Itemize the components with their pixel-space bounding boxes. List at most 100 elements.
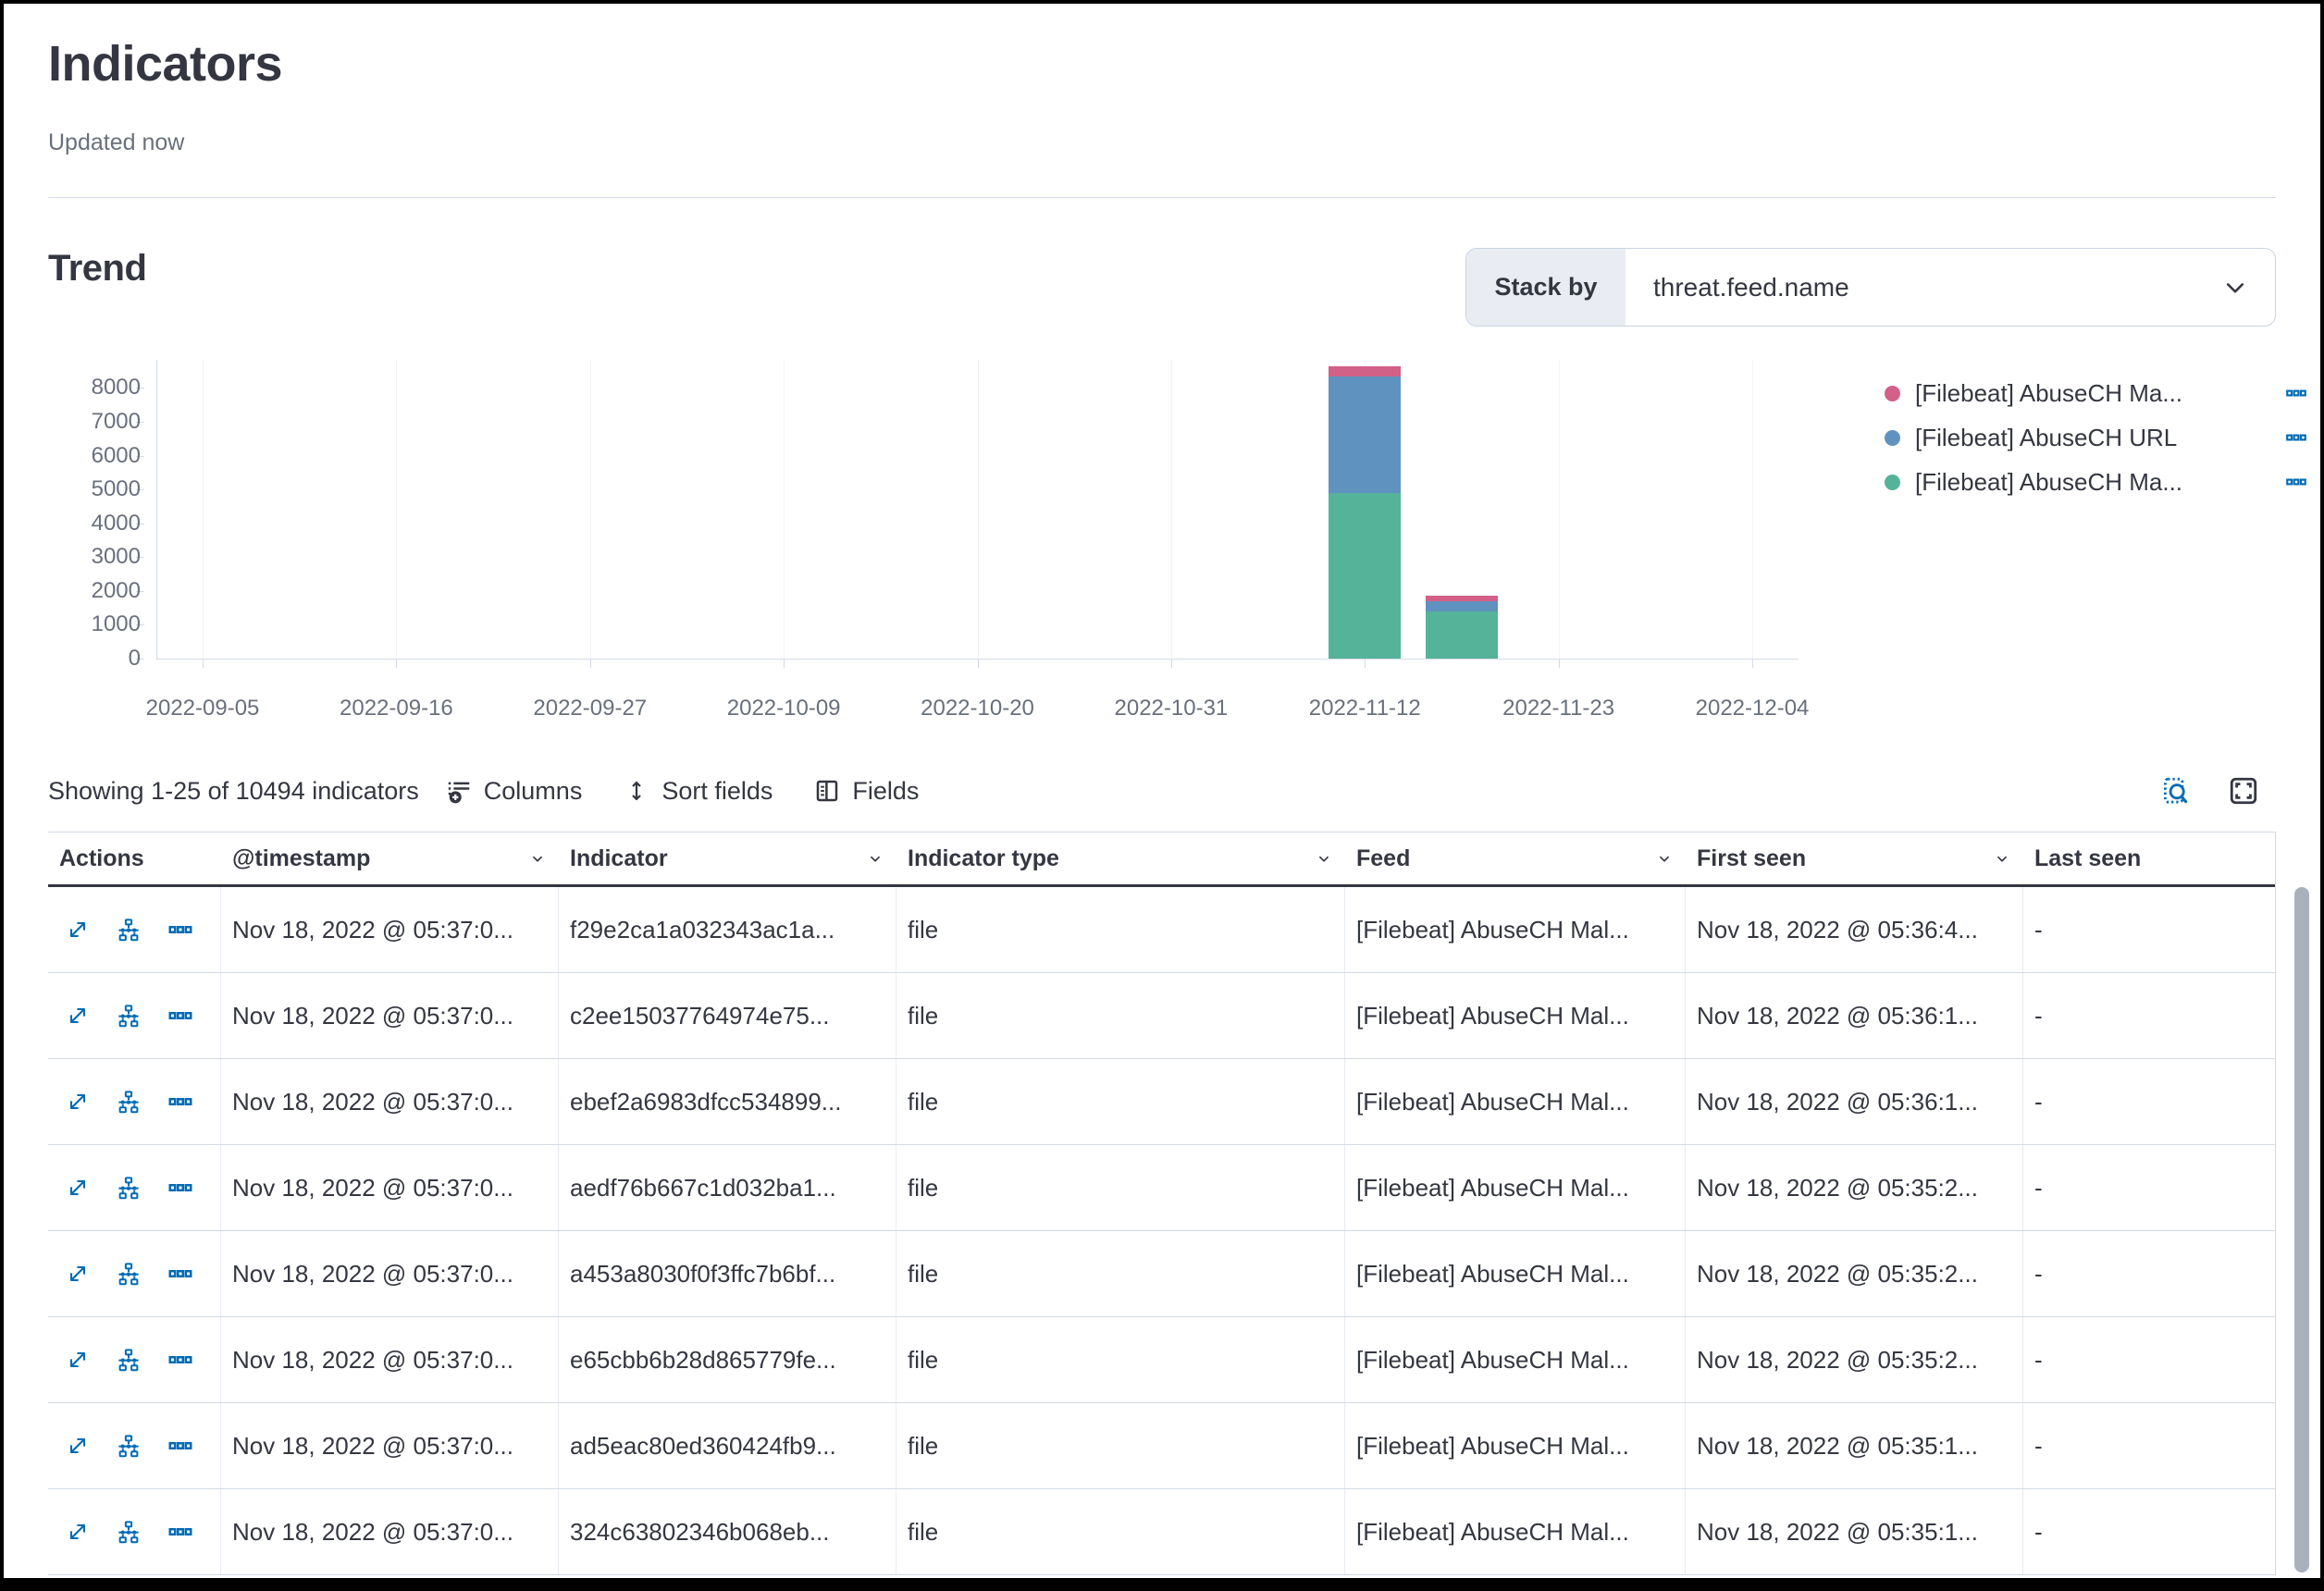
fields-button[interactable]: Fields — [813, 777, 919, 806]
bar-segment[interactable] — [1426, 611, 1498, 659]
expand-row-icon[interactable] — [65, 917, 91, 943]
column-header-last-seen[interactable]: Last seen — [2023, 832, 2280, 884]
chevron-down-icon[interactable] — [858, 848, 885, 869]
legend-label: [Filebeat] AbuseCH URL — [1915, 424, 2273, 452]
chevron-down-icon — [2219, 249, 2275, 326]
investigate-timeline-icon[interactable] — [115, 1518, 142, 1546]
investigate-timeline-icon[interactable] — [115, 1432, 142, 1460]
expand-row-icon[interactable] — [65, 1519, 91, 1545]
x-axis-tick-label: 2022-09-27 — [533, 696, 647, 722]
more-actions-icon[interactable] — [167, 916, 194, 944]
column-header-timestamp[interactable]: @timestamp — [221, 832, 559, 884]
legend-color-dot — [1885, 475, 1900, 490]
expand-row-icon[interactable] — [65, 1433, 91, 1459]
x-tick-mark — [1171, 660, 1172, 668]
actions-cell — [48, 1059, 221, 1144]
sort-fields-button[interactable]: Sort fields — [623, 777, 773, 806]
feed-cell: [Filebeat] AbuseCH Mal... — [1345, 1317, 1686, 1402]
vertical-scrollbar[interactable] — [2294, 887, 2309, 1572]
y-axis-tick-label: 3000 — [76, 544, 141, 570]
more-actions-icon[interactable] — [167, 1260, 194, 1288]
vertical-gridline — [1752, 360, 1753, 659]
bar-segment[interactable] — [1329, 376, 1401, 493]
legend-more-actions-icon[interactable] — [2284, 426, 2308, 450]
y-axis-tick-label: 2000 — [76, 578, 141, 604]
first-seen-cell: Nov 18, 2022 @ 05:36:1... — [1686, 973, 2023, 1058]
legend-color-dot — [1885, 386, 1900, 401]
more-actions-icon[interactable] — [167, 1002, 194, 1030]
legend-item[interactable]: [Filebeat] AbuseCH URL — [1885, 415, 2308, 460]
legend-label: [Filebeat] AbuseCH Ma... — [1915, 468, 2273, 497]
expand-row-icon[interactable] — [65, 1347, 91, 1373]
column-header-indicator[interactable]: Indicator — [559, 832, 896, 884]
expand-row-icon[interactable] — [65, 1261, 91, 1287]
y-axis-tick-label: 8000 — [76, 375, 141, 401]
actions-cell — [48, 1489, 221, 1574]
inspect-icon[interactable] — [2159, 775, 2191, 807]
last-seen-cell: - — [2023, 973, 2280, 1058]
legend-color-dot — [1885, 430, 1900, 446]
expand-row-icon[interactable] — [65, 1003, 91, 1029]
stack-by-select[interactable]: Stack by threat.feed.name — [1465, 248, 2276, 327]
sort-fields-icon — [623, 777, 650, 805]
first-seen-cell: Nov 18, 2022 @ 05:35:2... — [1686, 1145, 2023, 1230]
expand-row-icon[interactable] — [65, 1175, 91, 1201]
stack-by-value: threat.feed.name — [1626, 249, 2219, 326]
x-tick-mark — [590, 660, 591, 668]
investigate-timeline-icon[interactable] — [115, 1002, 142, 1030]
table-row: Nov 18, 2022 @ 05:37:0... e65cbb6b28d865… — [48, 1317, 2276, 1403]
more-actions-icon[interactable] — [167, 1088, 194, 1116]
column-header-actions: Actions — [48, 832, 221, 884]
x-tick-mark — [1365, 660, 1366, 668]
vertical-gridline — [396, 360, 397, 659]
vertical-gridline — [203, 360, 204, 659]
results-summary: Showing 1-25 of 10494 indicators — [48, 777, 419, 806]
bar-segment[interactable] — [1426, 601, 1498, 611]
legend-item[interactable]: [Filebeat] AbuseCH Ma... — [1885, 371, 2308, 415]
legend-more-actions-icon[interactable] — [2284, 470, 2308, 494]
investigate-timeline-icon[interactable] — [115, 916, 142, 944]
last-seen-cell: - — [2023, 1231, 2280, 1316]
indicator-type-cell: file — [896, 887, 1345, 972]
chevron-down-icon[interactable] — [520, 848, 548, 869]
indicator-cell: aedf76b667c1d032ba1... — [559, 1145, 896, 1230]
more-actions-icon[interactable] — [167, 1346, 194, 1374]
columns-button[interactable]: Columns — [445, 777, 583, 806]
legend-item[interactable]: [Filebeat] AbuseCH Ma... — [1885, 460, 2308, 504]
investigate-timeline-icon[interactable] — [115, 1088, 142, 1116]
indicator-type-cell: file — [896, 1059, 1345, 1144]
more-actions-icon[interactable] — [167, 1518, 194, 1546]
column-header-first-seen[interactable]: First seen — [1686, 832, 2023, 884]
fullscreen-icon[interactable] — [2228, 775, 2259, 807]
actions-cell — [48, 1145, 221, 1230]
investigate-timeline-icon[interactable] — [115, 1174, 142, 1202]
expand-row-icon[interactable] — [65, 1089, 91, 1115]
vertical-gridline — [784, 360, 785, 659]
chevron-down-icon[interactable] — [1306, 848, 1334, 869]
y-axis-tick-label: 5000 — [76, 476, 141, 502]
bar-segment[interactable] — [1329, 366, 1401, 376]
investigate-timeline-icon[interactable] — [115, 1260, 142, 1288]
fields-icon — [813, 777, 841, 805]
indicator-cell: 324c63802346b068eb... — [559, 1489, 896, 1574]
indicator-type-cell: file — [896, 1317, 1345, 1402]
chart-legend: [Filebeat] AbuseCH Ma... [Filebeat] Abuse… — [1885, 371, 2308, 504]
legend-more-actions-icon[interactable] — [2284, 381, 2308, 405]
vertical-gridline — [1559, 360, 1560, 659]
x-tick-mark — [1559, 660, 1560, 668]
chevron-down-icon[interactable] — [1984, 848, 2012, 869]
bar-segment[interactable] — [1329, 493, 1401, 659]
actions-cell — [48, 1231, 221, 1316]
trend-chart: 0100020003000400050006000700080002022-09… — [48, 351, 2276, 737]
more-actions-icon[interactable] — [167, 1174, 194, 1202]
table-row: Nov 18, 2022 @ 05:37:0... 324c63802346b0… — [48, 1489, 2276, 1575]
indicator-cell: e65cbb6b28d865779fe... — [559, 1317, 896, 1402]
chevron-down-icon[interactable] — [1647, 848, 1675, 869]
investigate-timeline-icon[interactable] — [115, 1346, 142, 1374]
feed-cell: [Filebeat] AbuseCH Mal... — [1345, 887, 1686, 972]
actions-cell — [48, 973, 221, 1058]
column-header-indicator-type[interactable]: Indicator type — [896, 832, 1345, 884]
column-header-feed[interactable]: Feed — [1345, 832, 1686, 884]
bar-segment[interactable] — [1426, 596, 1498, 600]
more-actions-icon[interactable] — [167, 1432, 194, 1460]
